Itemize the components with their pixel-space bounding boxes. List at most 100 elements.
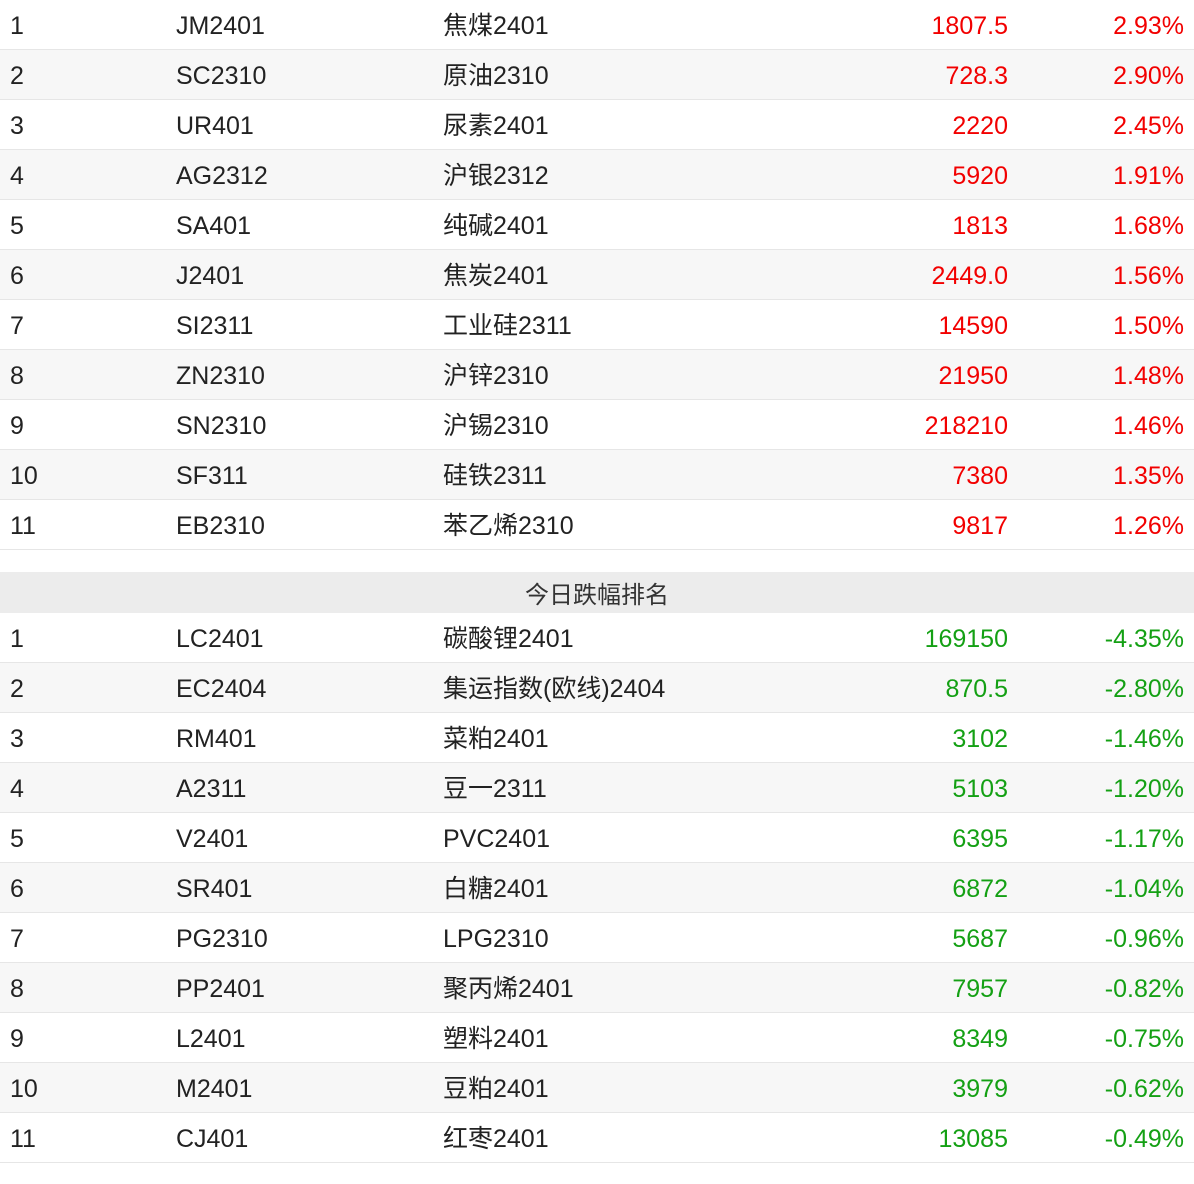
rank-cell: 3 [10,112,24,140]
contract-name-cell: 聚丙烯2401 [443,975,574,1003]
contract-code-cell: SI2311 [176,312,254,340]
losers-section-header: 今日跌幅排名 [0,572,1194,613]
price-cell: 218210 [924,412,1008,440]
contract-code-cell: PG2310 [176,925,268,953]
contract-code-cell: SR401 [176,875,253,903]
price-cell: 870.5 [945,675,1008,703]
table-row[interactable]: 7 SI2311 工业硅2311 14590 1.50% [0,300,1194,350]
price-cell: 1807.5 [931,12,1008,40]
change-percent-cell: -0.49% [1104,1125,1184,1153]
contract-name-cell: PVC2401 [443,825,551,853]
table-row[interactable]: 6 J2401 焦炭2401 2449.0 1.56% [0,250,1194,300]
table-row[interactable]: 10 SF311 硅铁2311 7380 1.35% [0,450,1194,500]
contract-code-cell: UR401 [176,112,254,140]
table-row[interactable]: 4 AG2312 沪银2312 5920 1.91% [0,150,1194,200]
change-percent-cell: 2.45% [1113,112,1184,140]
contract-name-cell: 塑料2401 [443,1025,549,1053]
change-percent-cell: -0.82% [1104,975,1184,1003]
price-cell: 3979 [952,1075,1008,1103]
rank-cell: 11 [10,512,36,540]
table-row[interactable]: 11 CJ401 红枣2401 13085 -0.49% [0,1113,1194,1163]
contract-code-cell: AG2312 [176,162,268,190]
price-cell: 169150 [924,625,1008,653]
contract-code-cell: SN2310 [176,412,267,440]
table-row[interactable]: 4 A2311 豆一2311 5103 -1.20% [0,763,1194,813]
price-cell: 7957 [952,975,1008,1003]
table-row[interactable]: 1 LC2401 碳酸锂2401 169150 -4.35% [0,613,1194,663]
rank-cell: 11 [10,1125,36,1153]
rank-cell: 6 [10,875,24,903]
price-cell: 14590 [938,312,1008,340]
price-cell: 2220 [952,112,1008,140]
change-percent-cell: -1.46% [1104,725,1184,753]
contract-code-cell: ZN2310 [176,362,265,390]
change-percent-cell: 1.56% [1113,262,1184,290]
rank-cell: 2 [10,675,24,703]
table-row[interactable]: 10 M2401 豆粕2401 3979 -0.62% [0,1063,1194,1113]
change-percent-cell: -2.80% [1104,675,1184,703]
table-row[interactable]: 2 EC2404 集运指数(欧线)2404 870.5 -2.80% [0,663,1194,713]
rank-cell: 8 [10,975,24,1003]
contract-code-cell: V2401 [176,825,249,853]
gainers-list: 1 JM2401 焦煤2401 1807.5 2.93% 2 SC2310 原油2310 728… [0,0,1194,572]
table-row[interactable]: 2 SC2310 原油2310 728.3 2.90% [0,50,1194,100]
contract-code-cell: RM401 [176,725,257,753]
table-row[interactable]: 3 RM401 菜粕2401 3102 -1.46% [0,713,1194,763]
table-row[interactable]: 8 PP2401 聚丙烯2401 7957 -0.82% [0,963,1194,1013]
contract-code-cell: JM2401 [176,12,265,40]
contract-code-cell: A2311 [176,775,247,803]
table-row[interactable]: 3 UR401 尿素2401 2220 2.45% [0,100,1194,150]
table-row[interactable]: 9 L2401 塑料2401 8349 -0.75% [0,1013,1194,1063]
rank-cell: 7 [10,312,24,340]
change-percent-cell: 1.91% [1113,162,1184,190]
table-row[interactable]: 1 JM2401 焦煤2401 1807.5 2.93% [0,0,1194,50]
change-percent-cell: 1.46% [1113,412,1184,440]
price-cell: 5920 [952,162,1008,190]
change-percent-cell: 1.26% [1113,512,1184,540]
rank-cell: 9 [10,1025,24,1053]
change-percent-cell: -1.17% [1104,825,1184,853]
price-cell: 9817 [952,512,1008,540]
contract-code-cell: LC2401 [176,625,264,653]
change-percent-cell: -1.20% [1104,775,1184,803]
table-row[interactable]: 5 SA401 纯碱2401 1813 1.68% [0,200,1194,250]
rank-cell: 3 [10,725,24,753]
table-row[interactable]: 9 SN2310 沪锡2310 218210 1.46% [0,400,1194,450]
rank-cell: 6 [10,262,24,290]
table-row[interactable]: 6 SR401 白糖2401 6872 -1.04% [0,863,1194,913]
contract-code-cell: J2401 [176,262,245,290]
contract-name-cell: 菜粕2401 [443,725,549,753]
table-row[interactable]: 7 PG2310 LPG2310 5687 -0.96% [0,913,1194,963]
change-percent-cell: -0.96% [1104,925,1184,953]
change-percent-cell: 2.90% [1113,62,1184,90]
contract-name-cell: 纯碱2401 [443,212,549,240]
contract-code-cell: M2401 [176,1075,253,1103]
rank-cell: 7 [10,925,24,953]
rank-cell: 1 [10,625,24,653]
contract-name-cell: 沪银2312 [443,162,549,190]
rank-cell: 1 [10,12,24,40]
losers-list: 1 LC2401 碳酸锂2401 169150 -4.35% 2 EC2404 集运指数(欧线… [0,613,1194,1184]
price-cell: 6872 [952,875,1008,903]
rank-cell: 5 [10,212,24,240]
contract-name-cell: 硅铁2311 [443,462,547,490]
contract-code-cell: SA401 [176,212,252,240]
change-percent-cell: 1.68% [1113,212,1184,240]
contract-code-cell: SF311 [176,462,248,490]
price-cell: 8349 [952,1025,1008,1053]
price-cell: 7380 [952,462,1008,490]
contract-name-cell: 沪锡2310 [443,412,549,440]
rank-cell: 9 [10,412,24,440]
table-row[interactable]: 8 ZN2310 沪锌2310 21950 1.48% [0,350,1194,400]
price-cell: 5103 [952,775,1008,803]
change-percent-cell: -1.04% [1104,875,1184,903]
table-row[interactable]: 5 V2401 PVC2401 6395 -1.17% [0,813,1194,863]
price-cell: 13085 [938,1125,1008,1153]
table-row[interactable]: 11 EB2310 苯乙烯2310 9817 1.26% [0,500,1194,550]
price-cell: 5687 [952,925,1008,953]
rank-cell: 4 [10,775,24,803]
contract-name-cell: 碳酸锂2401 [443,625,574,653]
contract-name-cell: 豆粕2401 [443,1075,549,1103]
change-percent-cell: -0.75% [1104,1025,1184,1053]
contract-code-cell: EC2404 [176,675,267,703]
